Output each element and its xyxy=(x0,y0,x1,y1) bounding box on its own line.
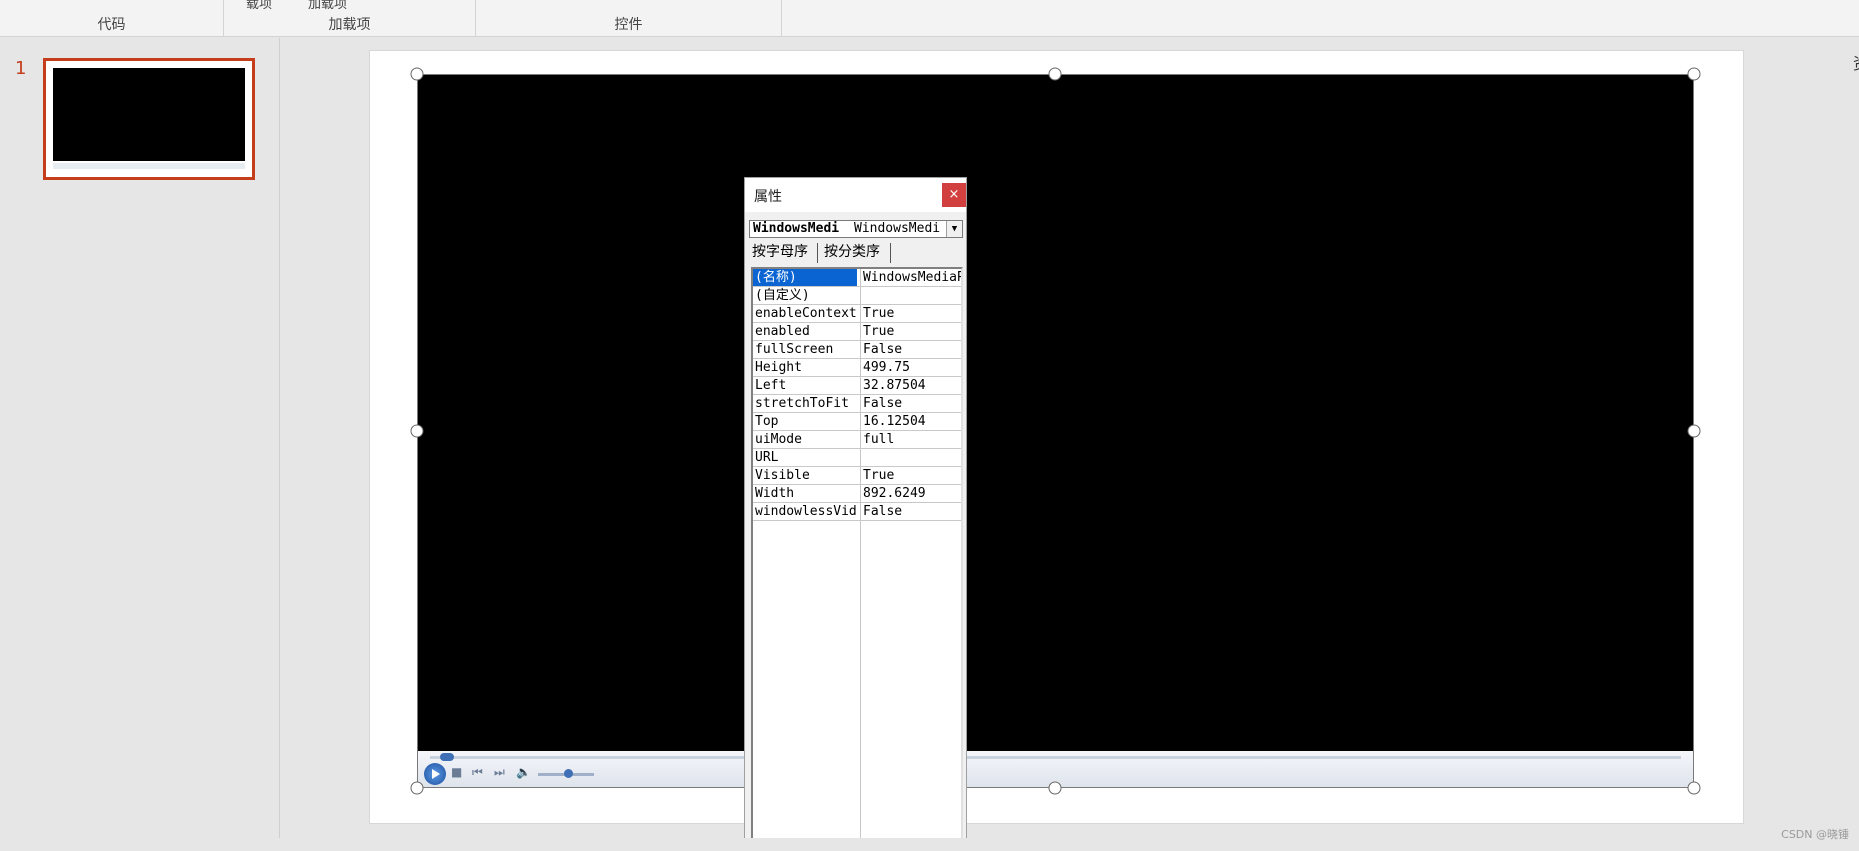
property-value[interactable]: True xyxy=(860,467,961,484)
seek-bar[interactable] xyxy=(430,756,1681,759)
stop-icon[interactable]: ■ xyxy=(451,765,462,779)
resize-handle-right[interactable] xyxy=(1687,424,1701,438)
resize-handle-bottom[interactable] xyxy=(1048,781,1062,795)
property-row[interactable]: enabled True xyxy=(753,323,961,341)
property-key: fullScreen xyxy=(755,342,834,357)
property-value[interactable]: 499.75 xyxy=(860,359,961,376)
property-row[interactable]: Height 499.75 xyxy=(753,359,961,377)
property-key: Left xyxy=(755,378,787,393)
properties-window: 属性 × WindowsMedi WindowsMedi ▼ 按字母序 按分类序… xyxy=(744,177,967,851)
volume-icon[interactable]: 🔈 xyxy=(516,765,531,779)
property-row[interactable]: windowlessVid False xyxy=(753,503,961,521)
property-value[interactable]: False xyxy=(860,341,961,358)
ribbon-group-code: 代码 xyxy=(0,0,224,36)
windows-media-player-control[interactable]: ■ ⏮ ⏭ 🔈 xyxy=(417,74,1694,788)
status-bar xyxy=(0,838,1859,851)
property-key: uiMode xyxy=(755,432,802,447)
object-selector[interactable]: WindowsMedi WindowsMedi ▼ xyxy=(749,220,963,238)
property-key: (自定义) xyxy=(755,288,810,303)
tab-categorized[interactable]: 按分类序 xyxy=(821,243,891,263)
property-key: enableContext xyxy=(755,306,857,321)
ribbon-group-controls: 控件 xyxy=(476,0,782,36)
slide-thumbnail-panel: 1 xyxy=(0,38,280,838)
property-value[interactable] xyxy=(860,287,961,304)
object-name: WindowsMedi xyxy=(753,221,840,236)
slide-number: 1 xyxy=(15,58,27,79)
thumbnail-content xyxy=(50,65,248,173)
property-row[interactable]: Width 892.6249 xyxy=(753,485,961,503)
thumbnail-video xyxy=(53,68,245,161)
property-value[interactable]: 16.12504 xyxy=(860,413,961,430)
property-row[interactable]: enableContext True xyxy=(753,305,961,323)
property-row[interactable]: Visible True xyxy=(753,467,961,485)
ribbon: 代码 载项 加载项 加载项 控件 xyxy=(0,0,1859,37)
property-row[interactable]: (自定义) xyxy=(753,287,961,305)
property-key: enabled xyxy=(755,324,810,339)
video-display xyxy=(418,75,1693,751)
thumbnail-player-bar xyxy=(53,163,245,169)
property-row[interactable]: Top 16.12504 xyxy=(753,413,961,431)
property-key: Width xyxy=(755,486,795,501)
property-key: Visible xyxy=(755,468,810,483)
seek-thumb[interactable] xyxy=(440,753,454,761)
property-row[interactable]: uiMode full xyxy=(753,431,961,449)
property-value[interactable]: WindowsMediaP xyxy=(860,269,961,286)
resize-handle-top-right[interactable] xyxy=(1687,67,1701,81)
group-label-code: 代码 xyxy=(97,17,126,33)
property-grid: (名称) WindowsMediaP (自定义) enableContext True e… xyxy=(751,267,963,850)
addins-button-cut-2[interactable]: 加载项 xyxy=(308,0,347,12)
tab-alphabetic[interactable]: 按字母序 xyxy=(749,243,818,263)
property-value[interactable]: full xyxy=(860,431,961,448)
property-row[interactable]: (名称) WindowsMediaP xyxy=(753,269,961,287)
property-key: Top xyxy=(755,414,779,429)
property-key: (名称) xyxy=(753,269,857,286)
next-icon[interactable]: ⏭ xyxy=(494,765,505,779)
property-key: URL xyxy=(755,450,779,465)
property-row[interactable]: fullScreen False xyxy=(753,341,961,359)
slide-thumbnail-1[interactable] xyxy=(43,58,255,180)
volume-thumb[interactable] xyxy=(564,769,573,778)
property-value[interactable]: 892.6249 xyxy=(860,485,961,502)
property-value[interactable]: False xyxy=(860,503,961,520)
property-key: windowlessVid xyxy=(755,504,857,519)
property-row[interactable]: stretchToFit False xyxy=(753,395,961,413)
addins-button-cut[interactable]: 载项 xyxy=(246,0,272,12)
properties-title: 属性 xyxy=(754,189,782,205)
property-value[interactable]: True xyxy=(860,323,961,340)
properties-titlebar[interactable]: 属性 × xyxy=(745,178,966,212)
property-value[interactable] xyxy=(860,449,961,466)
property-value[interactable]: True xyxy=(860,305,961,322)
play-icon[interactable] xyxy=(424,763,446,785)
property-row[interactable]: URL xyxy=(753,449,961,467)
property-row[interactable]: Left 32.87504 xyxy=(753,377,961,395)
previous-icon[interactable]: ⏮ xyxy=(472,765,483,779)
resize-handle-top-left[interactable] xyxy=(410,67,424,81)
right-edge-text: 资 xyxy=(1853,50,1859,74)
property-key: Height xyxy=(755,360,802,375)
group-label-addins: 加载项 xyxy=(328,17,371,33)
resize-handle-left[interactable] xyxy=(410,424,424,438)
resize-handle-top[interactable] xyxy=(1048,67,1062,81)
resize-handle-bottom-left[interactable] xyxy=(410,781,424,795)
object-type: WindowsMedi xyxy=(854,221,941,236)
close-icon[interactable]: × xyxy=(942,183,966,207)
group-label-controls: 控件 xyxy=(614,17,643,33)
watermark: CSDN @晓锤 xyxy=(1781,828,1849,841)
property-value[interactable]: False xyxy=(860,395,961,412)
chevron-down-icon[interactable]: ▼ xyxy=(946,221,962,237)
resize-handle-bottom-right[interactable] xyxy=(1687,781,1701,795)
ribbon-group-addins: 载项 加载项 加载项 xyxy=(224,0,476,36)
property-key: stretchToFit xyxy=(755,396,849,411)
property-value[interactable]: 32.87504 xyxy=(860,377,961,394)
